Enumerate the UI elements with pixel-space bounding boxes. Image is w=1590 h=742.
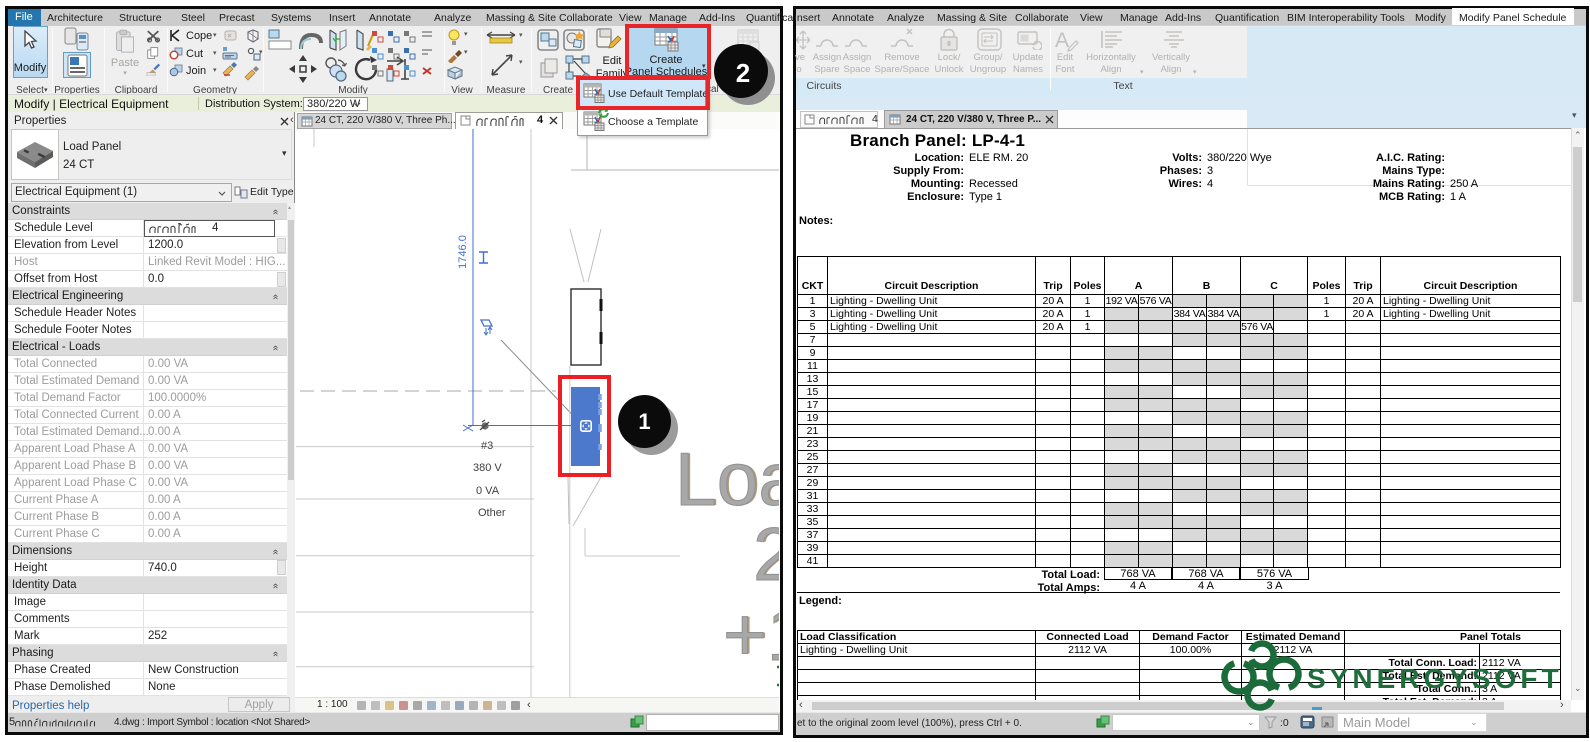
svg-text:1746.0: 1746.0 xyxy=(457,235,469,269)
svg-text:SYNERGYSOFT: SYNERGYSOFT xyxy=(1307,663,1563,694)
svg-text:Loa: Loa xyxy=(675,437,779,521)
svg-text:#3: #3 xyxy=(481,440,493,452)
svg-text:0 VA: 0 VA xyxy=(476,485,500,497)
svg-text:Other: Other xyxy=(478,507,506,519)
svg-text:2: 2 xyxy=(753,512,779,596)
svg-text:+1: +1 xyxy=(723,592,779,676)
svg-text:380 V: 380 V xyxy=(473,462,502,474)
svg-text:A: A xyxy=(1055,29,1069,52)
